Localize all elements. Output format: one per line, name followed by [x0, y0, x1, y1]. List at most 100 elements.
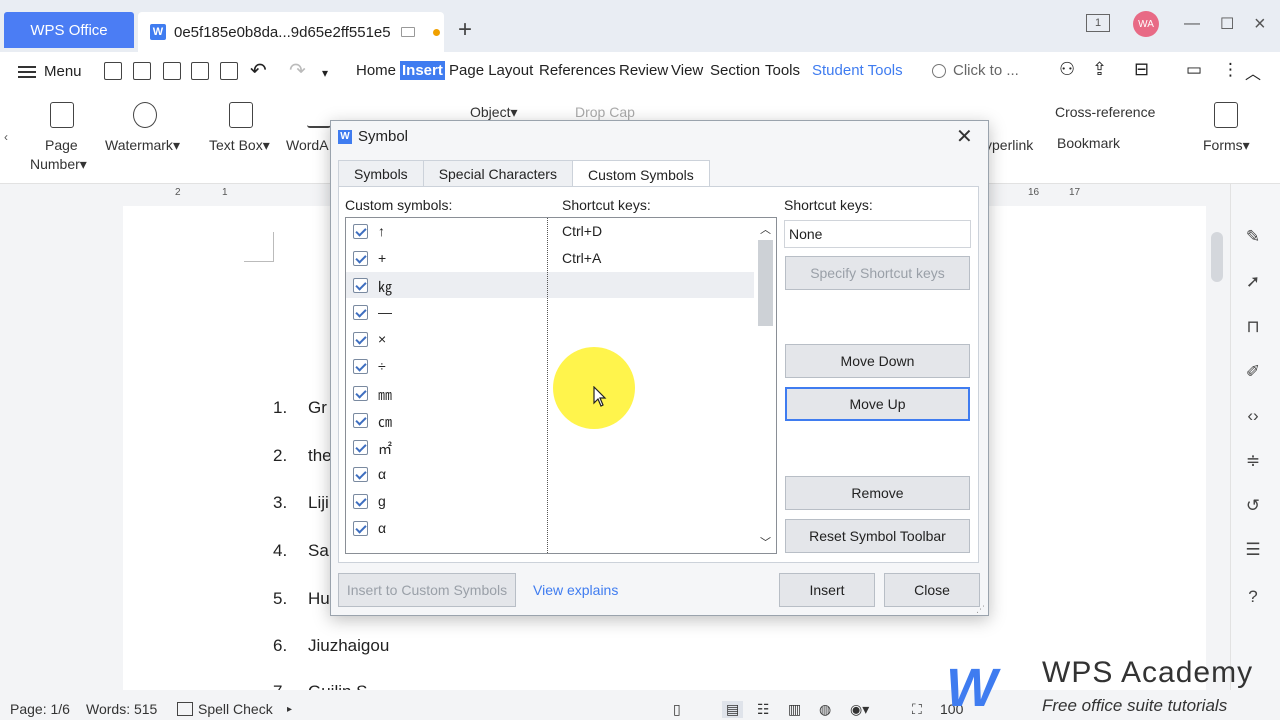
list-scrollbar[interactable]: ︿ ﹀ [755, 218, 776, 553]
menu-home[interactable]: Home [356, 62, 396, 79]
list-item-text[interactable]: Sa [308, 541, 329, 561]
bookmark-button[interactable]: Bookmark [1057, 135, 1120, 151]
resize-grip-icon[interactable]: ⋰ [976, 604, 985, 615]
custom-symbol[interactable]: g [378, 493, 386, 509]
ribbon-scroll-left-icon[interactable]: ‹ [4, 130, 8, 144]
redo-icon[interactable]: ↷ [289, 58, 306, 83]
fit-page-icon[interactable]: ⛶ [912, 701, 922, 718]
comment-icon[interactable]: ▭ [1186, 60, 1202, 80]
book-view-icon[interactable]: ▥ [788, 701, 801, 718]
select-cursor-icon[interactable]: ➚ [1243, 272, 1263, 292]
list-item-text[interactable]: Jiuzhaigou [308, 636, 389, 656]
open-folder-icon[interactable] [104, 62, 122, 80]
pen-icon[interactable]: ✎ [1243, 227, 1263, 247]
symbol-checkbox[interactable] [353, 332, 368, 347]
page-view-icon[interactable]: ▤ [722, 701, 744, 718]
layout-icon[interactable]: ⊟ [1134, 59, 1149, 80]
avatar[interactable]: WA [1133, 11, 1159, 37]
list-item-text[interactable]: Liji [308, 493, 329, 513]
read-mode-icon[interactable]: ▯ [673, 701, 681, 718]
custom-symbol[interactable]: × [378, 331, 386, 347]
list-panel-icon[interactable]: ☰ [1243, 540, 1263, 560]
export-icon[interactable] [163, 62, 181, 80]
code-icon[interactable]: ‹› [1243, 406, 1263, 426]
undo-icon[interactable]: ↶ [250, 58, 267, 83]
history-icon[interactable]: ↺ [1243, 496, 1263, 516]
outline-view-icon[interactable]: ☷ [757, 701, 770, 718]
page-number-button[interactable]: Page [45, 137, 78, 153]
list-item-text[interactable]: Guilin S [308, 682, 368, 690]
wps-office-tab[interactable]: WPS Office [4, 12, 134, 48]
document-scroll-thumb[interactable] [1211, 232, 1223, 282]
tab-special-characters[interactable]: Special Characters [422, 160, 573, 187]
hyperlink-button[interactable]: yperlink [985, 137, 1033, 153]
menu-student-tools[interactable]: Student Tools [812, 62, 903, 79]
symbol-checkbox[interactable] [353, 494, 368, 509]
text-box-button[interactable]: Text Box▾ [209, 137, 270, 154]
document-scrollbar[interactable] [1206, 184, 1230, 690]
symbol-checkbox[interactable] [353, 521, 368, 536]
new-tab-icon[interactable]: + [458, 16, 472, 44]
custom-symbol[interactable]: α [378, 466, 386, 482]
menu-review[interactable]: Review [619, 62, 668, 79]
menu-view[interactable]: View [671, 62, 703, 79]
shortcut-key-input[interactable]: None [784, 220, 971, 248]
help-icon[interactable]: ? [1243, 587, 1263, 607]
list-item-text[interactable]: the [308, 446, 332, 466]
spell-check-button[interactable]: Spell Check [177, 701, 273, 717]
tab-custom-symbols[interactable]: Custom Symbols [571, 160, 710, 188]
scroll-down-icon[interactable]: ﹀ [755, 534, 776, 550]
lock-icon[interactable]: ⊓ [1243, 317, 1263, 337]
watermark-button[interactable]: Watermark▾ [105, 137, 180, 154]
reset-symbol-toolbar-button[interactable]: Reset Symbol Toolbar [785, 519, 970, 553]
custom-symbol[interactable]: ㎝ [378, 412, 392, 432]
eye-protection-icon[interactable]: ◉▾ [850, 701, 869, 718]
drop-cap-button[interactable]: Drop Cap [575, 104, 635, 120]
search-icon[interactable] [932, 64, 946, 78]
quick-access-dropdown-icon[interactable]: ▾ [322, 66, 328, 80]
scroll-up-icon[interactable]: ︿ [755, 221, 776, 237]
window-count-icon[interactable]: 1 [1086, 14, 1110, 32]
print-icon[interactable] [191, 62, 209, 80]
custom-symbol[interactable]: ㎡ [378, 439, 392, 459]
symbol-checkbox[interactable] [353, 224, 368, 239]
custom-symbol[interactable]: — [378, 304, 392, 320]
custom-symbol[interactable]: ÷ [378, 358, 386, 374]
remove-button[interactable]: Remove [785, 476, 970, 510]
symbol-checkbox[interactable] [353, 440, 368, 455]
cloud-sync-icon[interactable]: ⇪ [1092, 59, 1107, 80]
custom-symbol[interactable]: α [378, 520, 386, 536]
close-button[interactable]: Close [884, 573, 980, 607]
adjust-sliders-icon[interactable]: ≑ [1243, 451, 1263, 471]
word-count[interactable]: Words: 515 [86, 701, 157, 717]
symbol-checkbox[interactable] [353, 305, 368, 320]
custom-symbol[interactable]: ㎜ [378, 385, 392, 405]
symbol-checkbox[interactable] [353, 413, 368, 428]
page-number-button-line2[interactable]: Number▾ [30, 156, 87, 173]
menu-button[interactable]: Menu [18, 63, 82, 80]
menu-page-layout[interactable]: Page Layout [449, 62, 533, 79]
minimize-icon[interactable]: — [1184, 12, 1200, 36]
share-user-icon[interactable]: ⚇ [1059, 59, 1075, 80]
move-up-button[interactable]: Move Up [785, 387, 970, 421]
insert-to-custom-symbols-button[interactable]: Insert to Custom Symbols [338, 573, 516, 607]
document-tab[interactable]: W 0e5f185e0b8da...9d65e2ff551e5 [138, 12, 444, 52]
save-icon[interactable] [133, 62, 151, 80]
web-view-icon[interactable]: ◍ [819, 701, 831, 718]
wordart-button[interactable]: WordA [286, 137, 329, 153]
cross-reference-button[interactable]: Cross-reference [1055, 104, 1155, 120]
menu-references[interactable]: References [539, 62, 616, 79]
page-count[interactable]: Page: 1/6 [10, 701, 70, 717]
list-scroll-thumb[interactable] [758, 240, 773, 326]
search-input[interactable]: Click to ... [953, 62, 1019, 79]
window-close-icon[interactable]: × [1254, 12, 1266, 36]
symbol-checkbox[interactable] [353, 386, 368, 401]
custom-symbol[interactable]: ↑ [378, 223, 385, 239]
symbol-checkbox[interactable] [353, 359, 368, 374]
list-item-text[interactable]: Hu [308, 589, 330, 609]
custom-symbol[interactable]: ㎏ [378, 277, 392, 297]
specify-shortcut-button[interactable]: Specify Shortcut keys [785, 256, 970, 290]
list-item-text[interactable]: Gr [308, 398, 327, 418]
menu-insert[interactable]: Insert [400, 61, 445, 80]
symbol-checkbox[interactable] [353, 278, 368, 293]
